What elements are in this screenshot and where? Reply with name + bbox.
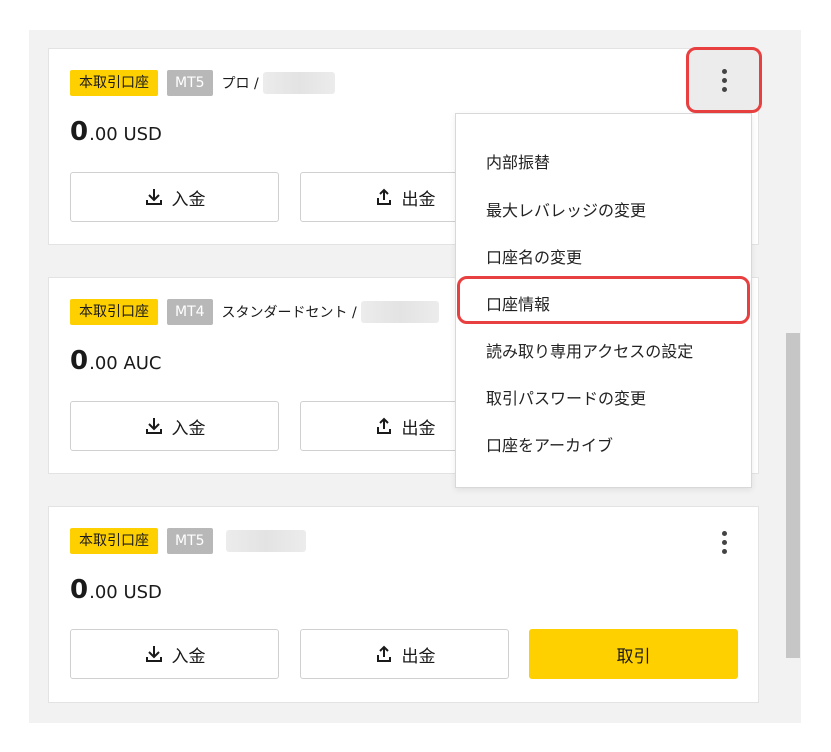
menu-item-archive-account[interactable]: 口座をアーカイブ [486, 432, 613, 456]
menu-item-change-trading-password[interactable]: 取引パスワードの変更 [486, 385, 646, 409]
balance-currency: .00 USD [89, 582, 162, 603]
scrollbar-thumb[interactable] [786, 333, 800, 658]
deposit-label: 入金 [171, 189, 206, 210]
more-vertical-icon [721, 68, 727, 74]
balance-currency: .00 USD [89, 124, 162, 145]
withdraw-label: 出金 [401, 646, 436, 667]
withdraw-label: 出金 [401, 189, 436, 210]
account-balance: 0 .00 USD [70, 575, 162, 605]
account-tag: 本取引口座 [70, 70, 158, 96]
account-tag: 本取引口座 [70, 528, 158, 554]
more-vertical-icon [721, 530, 727, 536]
withdraw-button[interactable]: 出金 [300, 629, 509, 679]
trade-button[interactable]: 取引 [529, 629, 738, 679]
menu-item-highlight [457, 276, 750, 324]
account-balance: 0 .00 USD [70, 117, 162, 147]
platform-badge: MT5 [167, 70, 213, 96]
menu-item-read-only-access[interactable]: 読み取り専用アクセスの設定 [486, 338, 693, 362]
deposit-button[interactable]: 入金 [70, 172, 279, 222]
platform-badge: MT4 [167, 299, 213, 325]
more-menu-button[interactable] [693, 512, 755, 572]
account-tags: 本取引口座 MT4 スタンダードセント / [70, 299, 439, 325]
download-icon [145, 646, 162, 662]
balance-integer: 0 [70, 346, 89, 376]
more-menu-button-active[interactable] [686, 47, 762, 113]
download-icon [145, 189, 162, 205]
account-number-blurred [262, 72, 335, 94]
account-card: 本取引口座 MT5 0 .00 USD 入金 出金 取引 [48, 506, 759, 703]
balance-integer: 0 [70, 117, 89, 147]
withdraw-label: 出金 [401, 418, 436, 439]
upload-icon [376, 645, 391, 662]
deposit-button[interactable]: 入金 [70, 401, 279, 451]
menu-item-change-leverage[interactable]: 最大レバレッジの変更 [486, 197, 646, 221]
deposit-button[interactable]: 入金 [70, 629, 279, 679]
menu-item-rename-account[interactable]: 口座名の変更 [486, 244, 582, 268]
account-tags: 本取引口座 MT5 プロ / [70, 70, 335, 96]
deposit-label: 入金 [171, 418, 206, 439]
menu-item-internal-transfer[interactable]: 内部振替 [486, 149, 550, 173]
upload-icon [376, 417, 391, 434]
deposit-label: 入金 [171, 646, 206, 667]
trade-label: 取引 [616, 646, 651, 667]
account-type: スタンダードセント / [221, 305, 357, 321]
upload-icon [376, 188, 391, 205]
download-icon [145, 418, 162, 434]
balance-currency: .00 AUC [89, 353, 162, 374]
account-number-blurred [225, 530, 306, 552]
account-number-blurred [360, 301, 439, 323]
account-tags: 本取引口座 MT5 [70, 528, 306, 554]
balance-integer: 0 [70, 575, 89, 605]
account-type: プロ / [221, 76, 259, 92]
account-tag: 本取引口座 [70, 299, 158, 325]
account-balance: 0 .00 AUC [70, 346, 162, 376]
platform-badge: MT5 [167, 528, 213, 554]
